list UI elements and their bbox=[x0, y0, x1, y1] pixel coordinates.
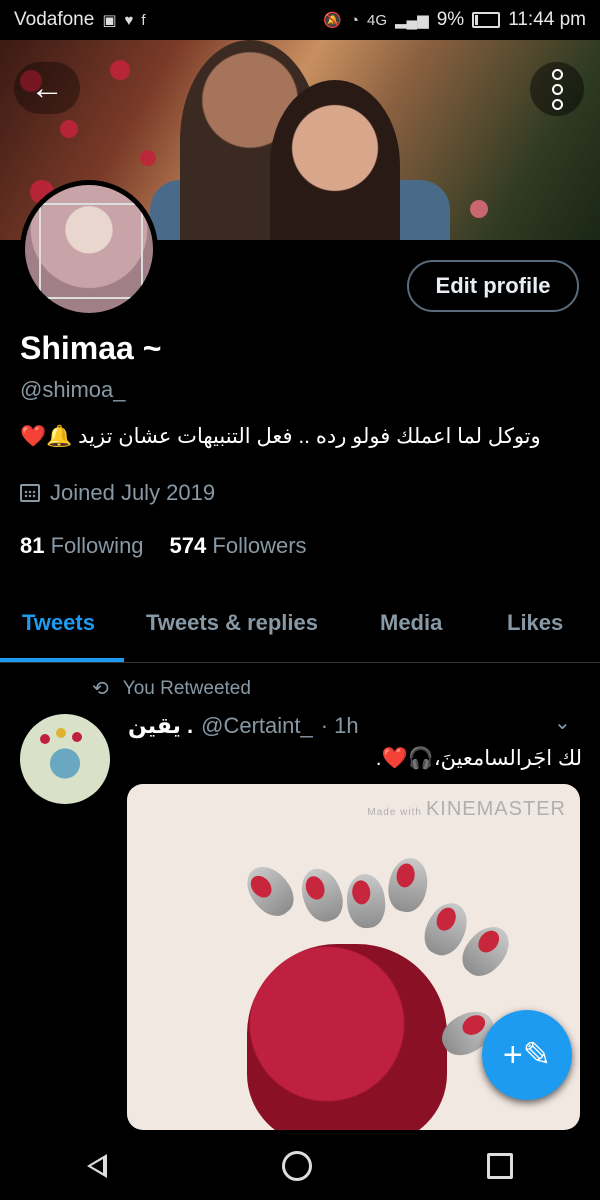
notification-icon: ▣ bbox=[102, 12, 117, 29]
follow-stats: 81 Following 574 Followers bbox=[20, 533, 307, 559]
status-bar: Vodafone ▣ ♥ f 🔕 ◔ 4G ▂▄▆ 9% 11:44 pm bbox=[0, 0, 600, 40]
tweet-header: يقين . @Certaint_ · 1h bbox=[128, 713, 359, 739]
compose-feather-icon: +✎ bbox=[502, 1036, 552, 1074]
profile-bio: وتوكل لما اعملك فولو رده .. فعل التنبيها… bbox=[20, 425, 541, 448]
tab-tweets[interactable]: Tweets bbox=[22, 610, 95, 636]
joined-date: Joined July 2019 bbox=[20, 480, 215, 506]
compose-tweet-button[interactable]: +✎ bbox=[482, 1010, 572, 1100]
following-count: 81 bbox=[20, 533, 45, 558]
system-nav-bar bbox=[0, 1132, 600, 1200]
heart-notification-icon: ♥ bbox=[124, 11, 134, 29]
tweet-handle[interactable]: @Certaint_ bbox=[201, 713, 313, 739]
following-label: Following bbox=[50, 533, 144, 558]
back-button[interactable]: ← bbox=[14, 62, 80, 114]
tab-media[interactable]: Media bbox=[380, 610, 442, 636]
edit-profile-button[interactable]: Edit profile bbox=[407, 260, 579, 312]
battery-percent: 9% bbox=[436, 9, 465, 30]
tweet-text: لك اجَرالسامعينَ،🎧❤️. bbox=[375, 747, 582, 770]
wifi-icon: ◔ bbox=[349, 11, 359, 29]
nav-home-icon[interactable] bbox=[281, 1151, 312, 1181]
carrier-label: Vodafone bbox=[14, 9, 95, 30]
facebook-icon: f bbox=[141, 11, 146, 29]
tweet-author-avatar[interactable] bbox=[20, 714, 110, 804]
retweet-indicator: ⟲ You Retweeted bbox=[92, 676, 251, 701]
tweet-time: · 1h bbox=[320, 713, 359, 738]
tweet-display-name[interactable]: يقين . bbox=[128, 713, 193, 739]
more-options-button[interactable] bbox=[530, 62, 584, 116]
battery-icon bbox=[472, 12, 501, 28]
vertical-dots-icon bbox=[551, 68, 563, 110]
profile-avatar[interactable] bbox=[20, 180, 158, 318]
nav-recents-icon[interactable] bbox=[486, 1153, 513, 1179]
profile-name: Shimaa ~ bbox=[20, 330, 162, 366]
clock: 11:44 pm bbox=[508, 9, 586, 30]
nav-back-icon[interactable] bbox=[87, 1154, 108, 1178]
calendar-icon bbox=[20, 484, 40, 502]
following-link[interactable]: 81 Following bbox=[20, 533, 144, 559]
network-type-label: 4G bbox=[367, 11, 388, 29]
arrow-left-icon: ← bbox=[30, 68, 64, 107]
retweet-label: You Retweeted bbox=[122, 677, 251, 699]
followers-link[interactable]: 574 Followers bbox=[170, 533, 307, 559]
joined-label: Joined July 2019 bbox=[50, 480, 216, 505]
signal-icon: ▂▄▆ bbox=[395, 12, 429, 29]
profile-tabs: Tweets Tweets & replies Media Likes bbox=[0, 590, 600, 663]
followers-label: Followers bbox=[212, 533, 307, 558]
retweet-icon: ⟲ bbox=[92, 678, 109, 700]
followers-count: 574 bbox=[169, 533, 207, 558]
active-tab-indicator bbox=[0, 658, 124, 662]
kinemaster-watermark: Made with KINEMASTER bbox=[367, 798, 566, 820]
chevron-down-icon[interactable]: ⌄ bbox=[554, 710, 571, 735]
profile-handle: @shimoa_ bbox=[20, 377, 126, 402]
heart-illustration bbox=[247, 944, 447, 1130]
tab-likes[interactable]: Likes bbox=[507, 610, 563, 636]
mute-icon: 🔕 bbox=[323, 12, 342, 29]
tab-tweets-replies[interactable]: Tweets & replies bbox=[146, 610, 318, 636]
